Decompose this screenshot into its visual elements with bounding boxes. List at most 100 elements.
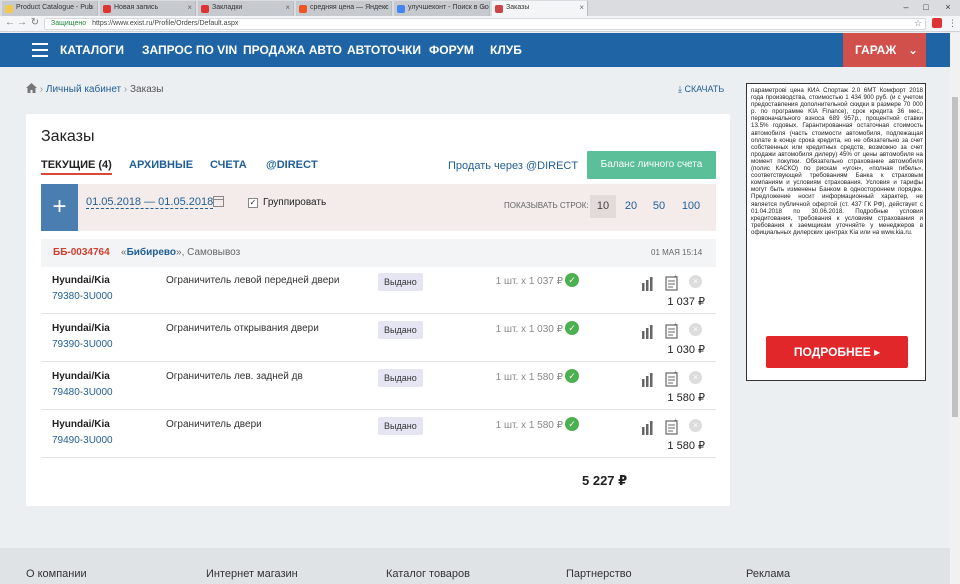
minimize-icon[interactable]: – xyxy=(896,0,916,16)
url-input[interactable]: Защищено https://www.exist.ru/Profile/Or… xyxy=(44,18,926,30)
status-badge: Выдано xyxy=(378,273,423,291)
nav-vin-request[interactable]: ЗАПРОС ПО VIN xyxy=(142,33,237,67)
back-icon[interactable]: ← xyxy=(4,17,16,28)
browser-tab[interactable]: Product Catalogue - Pub × xyxy=(2,1,98,16)
svg-text:+: + xyxy=(650,372,653,378)
item-part-number[interactable]: 79480-3U000 xyxy=(52,387,113,398)
browser-tab[interactable]: Новая запись × xyxy=(100,1,196,16)
browser-tab-active[interactable]: Заказы × xyxy=(492,1,588,16)
stats-chart-icon[interactable]: + xyxy=(641,371,655,387)
ad-banner[interactable]: параметрові цена КИА Спортаж 2.0 6МТ Ком… xyxy=(746,83,926,381)
nav-catalogs[interactable]: КАТАЛОГИ xyxy=(60,33,124,67)
browser-tab[interactable]: улучшеконт - Поиск в Go × xyxy=(394,1,490,16)
close-tab-icon[interactable]: × xyxy=(285,3,290,12)
check-icon: ✓ xyxy=(565,273,579,287)
nav-car-sale[interactable]: ПРОДАЖА АВТО xyxy=(243,33,342,67)
footer-shop[interactable]: Интернет магазин xyxy=(206,568,298,580)
footer-catalog[interactable]: Каталог товаров xyxy=(386,568,470,580)
nav-autopoints[interactable]: АВТОТОЧКИ xyxy=(347,33,421,67)
order-number[interactable]: ББ-0034764 xyxy=(53,247,110,258)
page-scrollbar[interactable] xyxy=(950,33,960,584)
item-quantity: 1 шт. х 1 580 ₽ xyxy=(495,372,563,383)
check-icon: ✓ xyxy=(565,417,579,431)
item-description: Ограничитель лев. задней дв xyxy=(166,371,303,382)
rows-option-20[interactable]: 20 xyxy=(618,195,644,218)
item-brand: Hyundai/Kia xyxy=(52,419,110,430)
item-part-number[interactable]: 79490-3U000 xyxy=(52,435,113,446)
item-quantity: 1 шт. х 1 037 ₽ xyxy=(495,276,563,287)
bookmark-star-icon[interactable]: ☆ xyxy=(914,18,922,29)
cancel-item-icon[interactable]: × xyxy=(689,275,702,288)
garage-label: ГАРАЖ xyxy=(855,43,897,57)
cancel-item-icon[interactable]: × xyxy=(689,371,702,384)
nav-club[interactable]: КЛУБ xyxy=(490,33,522,67)
item-part-number[interactable]: 79390-3U000 xyxy=(52,339,113,350)
tab-direct[interactable]: @DIRECT xyxy=(266,159,318,171)
tab-current[interactable]: ТЕКУЩИЕ (4) xyxy=(41,159,112,175)
garage-button[interactable]: ГАРАЖ ⌄ xyxy=(843,33,926,67)
browser-tab[interactable]: Закладки × xyxy=(198,1,294,16)
maximize-icon[interactable]: □ xyxy=(916,0,936,16)
rows-option-50[interactable]: 50 xyxy=(646,195,672,218)
group-checkbox[interactable]: ✓ xyxy=(248,198,258,208)
browser-tab-bar: Product Catalogue - Pub × Новая запись × З… xyxy=(0,0,960,16)
order-item-row: Hyundai/Kia 79490-3U000 Ограничитель две… xyxy=(41,411,716,458)
hamburger-menu-icon[interactable] xyxy=(32,43,48,57)
pickup-point-link[interactable]: Бибирево xyxy=(127,247,176,258)
date-range-picker[interactable]: 01.05.2018 — 01.05.2018 xyxy=(86,196,214,209)
reload-icon[interactable]: ↻ xyxy=(29,17,41,28)
nav-forum[interactable]: ФОРУМ xyxy=(429,33,474,67)
document-icon[interactable]: + xyxy=(665,274,679,291)
download-link[interactable]: ⤓ СКАЧАТЬ xyxy=(678,84,724,95)
item-price: 1 037 ₽ xyxy=(667,296,705,308)
item-part-number[interactable]: 79380-3U000 xyxy=(52,291,113,302)
tab-archive[interactable]: АРХИВНЫЕ xyxy=(129,159,193,171)
scrollbar-thumb[interactable] xyxy=(952,97,958,417)
home-icon[interactable] xyxy=(26,83,37,93)
rows-option-100[interactable]: 100 xyxy=(675,195,707,218)
item-description: Ограничитель левой передней двери xyxy=(166,275,340,286)
close-tab-icon[interactable]: × xyxy=(383,3,388,12)
browser-menu-icon[interactable]: ⋮ xyxy=(948,18,957,29)
calendar-icon[interactable] xyxy=(213,196,224,207)
browser-tab[interactable]: средняя цена — Яндекс × xyxy=(296,1,392,16)
document-icon[interactable]: + xyxy=(665,418,679,435)
extension-icon[interactable] xyxy=(932,18,942,28)
forward-icon[interactable]: → xyxy=(16,17,28,28)
ad-text: параметрові цена КИА Спортаж 2.0 6МТ Ком… xyxy=(751,87,923,236)
close-tab-icon[interactable]: × xyxy=(579,3,584,12)
close-tab-icon[interactable]: × xyxy=(187,3,192,12)
group-label: Группировать xyxy=(263,197,327,208)
item-brand: Hyundai/Kia xyxy=(52,275,110,286)
tab-invoices[interactable]: СЧЕТА xyxy=(210,159,247,171)
close-window-icon[interactable]: × xyxy=(938,0,958,16)
cancel-item-icon[interactable]: × xyxy=(689,419,702,432)
document-icon[interactable]: + xyxy=(665,322,679,339)
item-quantity: 1 шт. х 1 030 ₽ xyxy=(495,324,563,335)
footer-about[interactable]: О компании xyxy=(26,568,87,580)
stats-chart-icon[interactable]: + xyxy=(641,323,655,339)
close-tab-icon[interactable]: × xyxy=(481,3,486,12)
balance-button[interactable]: Баланс личного счета xyxy=(587,151,716,179)
stats-chart-icon[interactable]: + xyxy=(641,419,655,435)
order-item-row: Hyundai/Kia 79390-3U000 Ограничитель отк… xyxy=(41,315,716,362)
cancel-item-icon[interactable]: × xyxy=(689,323,702,336)
orders-card: Заказы ТЕКУЩИЕ (4) АРХИВНЫЕ СЧЕТА @DIREC… xyxy=(26,114,730,506)
svg-text:+: + xyxy=(674,370,677,376)
status-badge: Выдано xyxy=(378,417,423,435)
check-icon: ✓ xyxy=(565,369,579,383)
breadcrumb-cabinet-link[interactable]: Личный кабинет xyxy=(46,84,121,95)
stats-chart-icon[interactable]: + xyxy=(641,275,655,291)
item-price: 1 030 ₽ xyxy=(667,344,705,356)
sell-direct-link[interactable]: Продать через @DIRECT xyxy=(448,160,578,172)
footer-ads[interactable]: Реклама xyxy=(746,568,790,580)
item-description: Ограничитель двери xyxy=(166,419,262,430)
close-tab-icon[interactable]: × xyxy=(89,3,94,12)
rows-option-10[interactable]: 10 xyxy=(590,195,616,218)
add-order-button[interactable]: + xyxy=(41,184,78,231)
document-icon[interactable]: + xyxy=(665,370,679,387)
item-price: 1 580 ₽ xyxy=(667,440,705,452)
ad-more-button[interactable]: ПОДРОБНЕЕ ▸ xyxy=(766,336,908,368)
footer-partnership[interactable]: Партнерство xyxy=(566,568,632,580)
breadcrumb: › Личный кабинет › Заказы xyxy=(26,83,163,95)
